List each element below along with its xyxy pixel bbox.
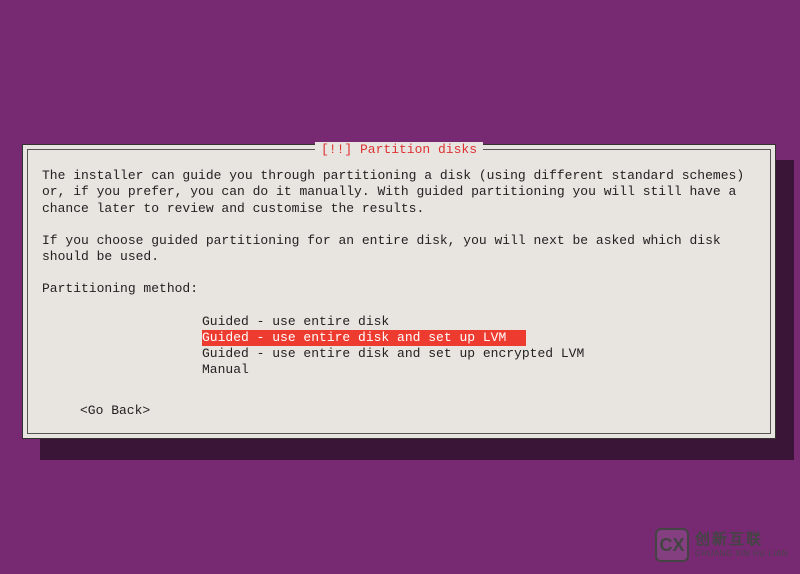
watermark-logo-icon: CX (655, 528, 689, 562)
watermark-en: CHUANG XIN HU LIAN (695, 549, 788, 559)
go-back-button[interactable]: <Go Back> (80, 403, 150, 419)
partition-options: Guided - use entire disk Guided - use en… (202, 314, 756, 379)
dialog-paragraph-2: If you choose guided partitioning for an… (42, 233, 756, 266)
dialog-inner: [!!] Partition disks The installer can g… (27, 149, 771, 434)
partition-method-label: Partitioning method: (42, 281, 756, 297)
partition-dialog: [!!] Partition disks The installer can g… (22, 144, 776, 439)
watermark-cn: 创新互联 (695, 531, 788, 549)
dialog-title: [!!] Partition disks (315, 142, 483, 158)
option-guided-lvm[interactable]: Guided - use entire disk and set up LVM (202, 330, 526, 346)
option-guided-encrypted-lvm[interactable]: Guided - use entire disk and set up encr… (202, 346, 756, 362)
watermark: CX 创新互联 CHUANG XIN HU LIAN (655, 528, 788, 562)
option-guided-entire-disk[interactable]: Guided - use entire disk (202, 314, 756, 330)
option-manual[interactable]: Manual (202, 362, 756, 378)
dialog-paragraph-1: The installer can guide you through part… (42, 168, 756, 217)
watermark-text: 创新互联 CHUANG XIN HU LIAN (695, 531, 788, 559)
